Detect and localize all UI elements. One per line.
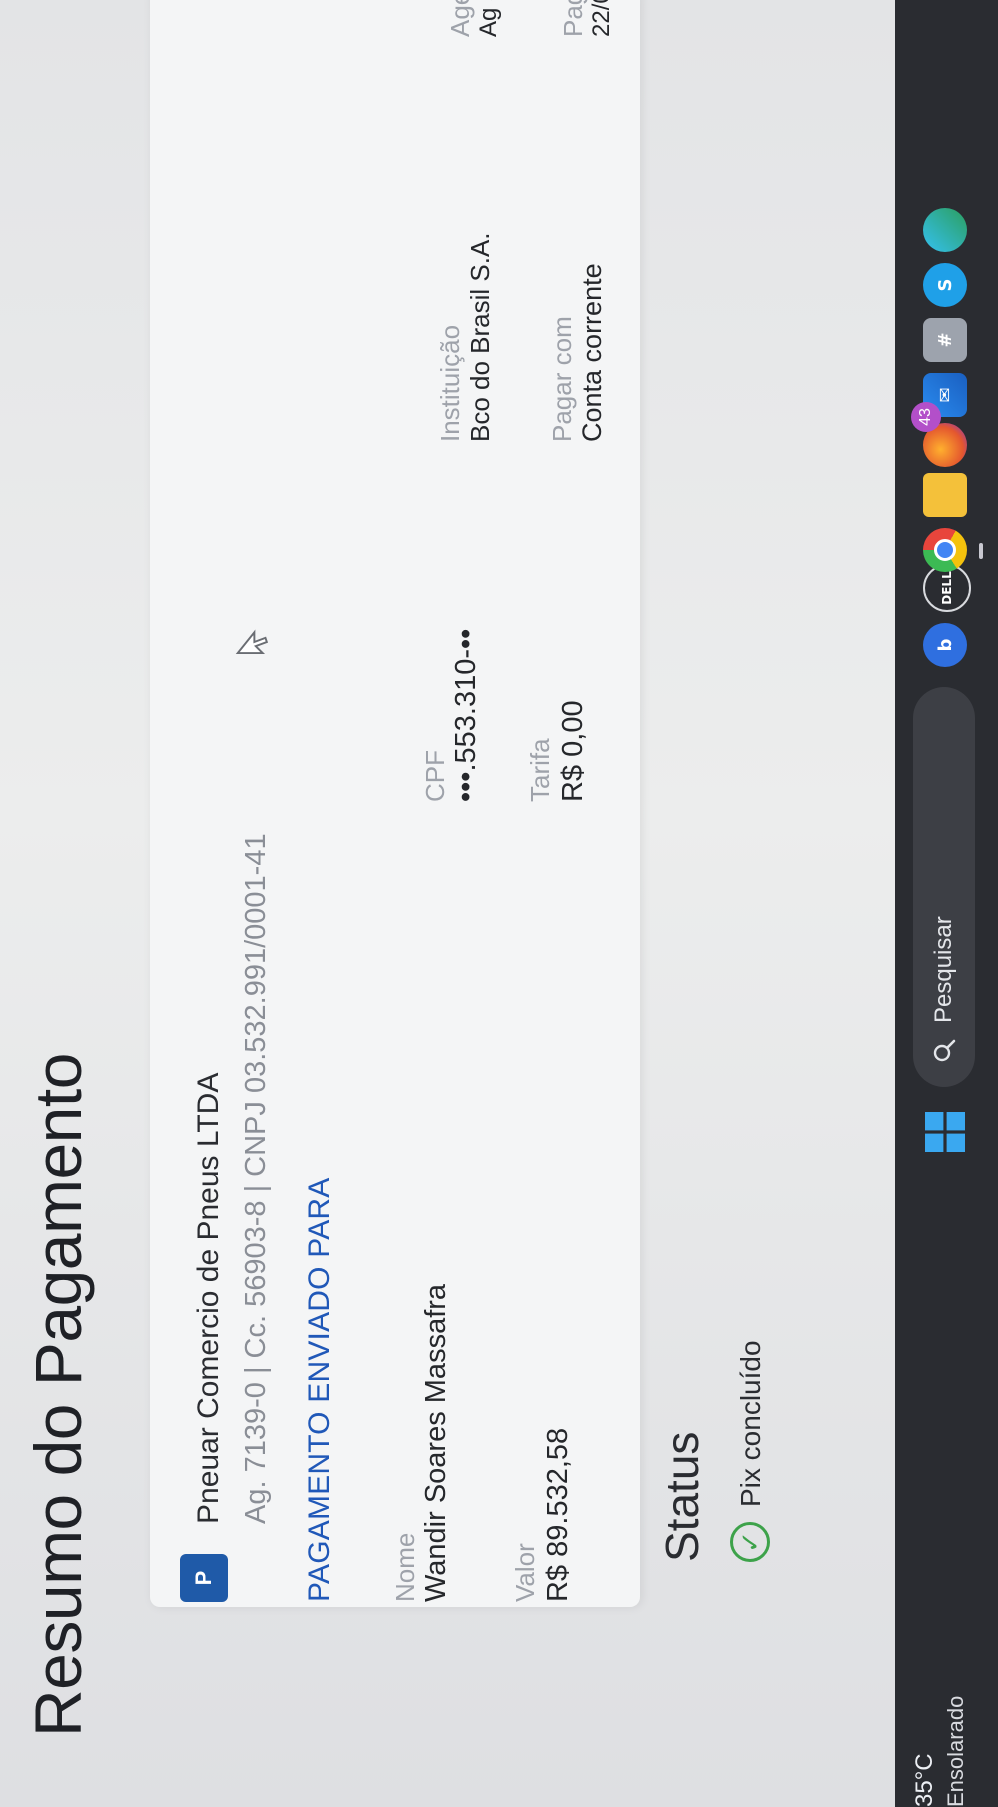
- paid-on-value: 22/06/: [588, 0, 615, 37]
- mail-notification-badge: 43: [911, 402, 941, 432]
- taskbar: 35°C Ensolarado Pesquisar b DELL ✉ 43 # …: [895, 0, 998, 1807]
- skype-icon[interactable]: S: [923, 263, 967, 307]
- status-title: Status: [656, 1431, 708, 1562]
- agency-value: Ag 3: [475, 0, 502, 37]
- pay-with-label: Pagar com: [547, 316, 577, 442]
- cpf-label: CPF: [420, 750, 450, 802]
- institution-value: Bco do Brasil S.A.: [465, 232, 495, 442]
- institution-label: Instituição: [435, 324, 465, 442]
- amount-label: Valor: [510, 1543, 540, 1602]
- mouse-cursor-icon: [235, 629, 269, 655]
- edge-icon[interactable]: [923, 208, 967, 252]
- page-title: Resumo do Pagamento: [21, 1053, 95, 1737]
- agency-label: Age: [445, 0, 475, 37]
- pay-with-value: Conta corrente: [577, 263, 607, 442]
- windows-start-icon[interactable]: [925, 1112, 965, 1152]
- fee-label: Tarifa: [525, 738, 555, 802]
- search-icon: [933, 1039, 956, 1062]
- name-value: Wandir Soares Massafra: [420, 1283, 452, 1602]
- active-app-indicator: [979, 543, 983, 559]
- fee-value: R$ 0,00: [557, 700, 589, 802]
- cpf-value: •••.553.310-••: [450, 628, 482, 802]
- weather-description: Ensolarado: [943, 1695, 968, 1807]
- weather-temperature: 35°C: [911, 1753, 938, 1807]
- search-placeholder: Pesquisar: [930, 916, 957, 1023]
- monitor-screen: Resumo do Pagamento P Pneuar Comercio de…: [0, 0, 998, 1807]
- check-circle-icon: ✓: [730, 1522, 770, 1562]
- chrome-icon[interactable]: [923, 528, 967, 572]
- calculator-icon[interactable]: #: [923, 318, 967, 362]
- file-explorer-icon[interactable]: [923, 473, 967, 517]
- paid-on-label: Pago: [558, 0, 588, 37]
- weather-widget[interactable]: 35°C Ensolarado: [911, 1696, 969, 1807]
- payee-name: Pneuar Comercio de Pneus LTDA: [192, 1072, 225, 1524]
- taskbar-search-box[interactable]: Pesquisar: [913, 687, 975, 1087]
- status-text: Pix concluído: [735, 1340, 766, 1507]
- name-label: Nome: [390, 1532, 420, 1602]
- payee-account-details: Ag. 7139-0 | Cc. 56903-8 | CNPJ 03.532.9…: [240, 833, 272, 1524]
- amount-value: R$ 89.532,58: [542, 1427, 574, 1602]
- bing-icon[interactable]: b: [923, 623, 967, 667]
- payee-avatar: P: [180, 1554, 228, 1602]
- section-heading: PAGAMENTO ENVIADO PARA: [303, 1177, 336, 1603]
